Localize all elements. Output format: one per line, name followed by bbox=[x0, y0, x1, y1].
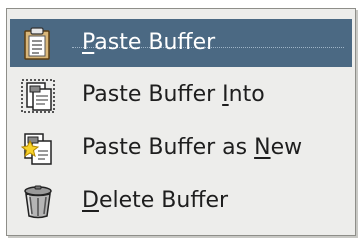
menu-item-paste-buffer[interactable]: Paste Buffer bbox=[10, 19, 352, 67]
delete-trash-can-icon bbox=[24, 185, 52, 219]
paste-as-new-icon bbox=[20, 133, 52, 165]
menu-item-label: Delete Buffer bbox=[82, 188, 229, 213]
menu-item-delete-buffer[interactable]: Delete Buffer bbox=[10, 177, 352, 225]
buffer-context-menu: Paste Buffer Paste Buffer Into Paste Buf… bbox=[6, 8, 356, 236]
menu-item-label: Paste Buffer Into bbox=[82, 82, 265, 107]
menu-item-label: Paste Buffer as New bbox=[82, 135, 303, 160]
menu-item-paste-buffer-into[interactable]: Paste Buffer Into bbox=[10, 71, 352, 119]
menu-item-label: Paste Buffer bbox=[82, 30, 216, 55]
paste-into-icon bbox=[21, 79, 55, 113]
menu-item-paste-buffer-as-new[interactable]: Paste Buffer as New bbox=[10, 124, 352, 172]
paste-clipboard-icon bbox=[24, 27, 50, 60]
